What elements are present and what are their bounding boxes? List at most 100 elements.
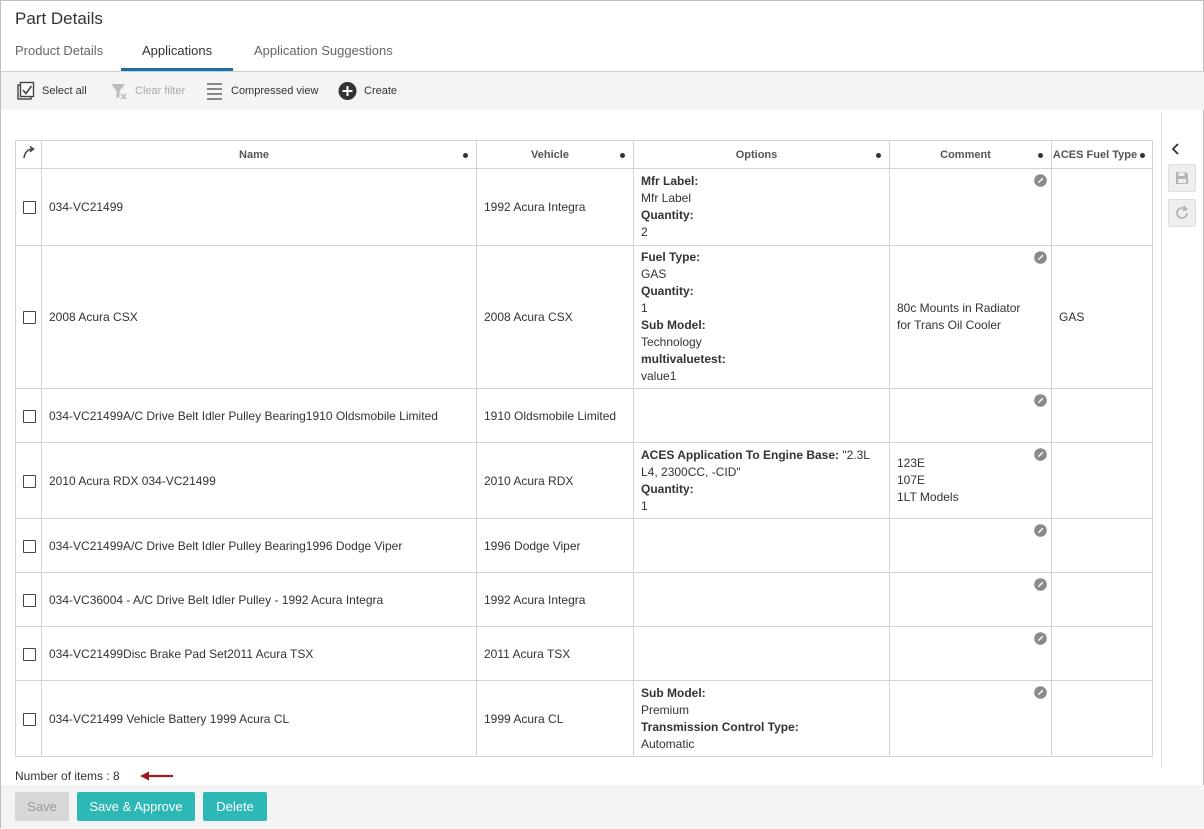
edit-pencil-icon[interactable]	[1034, 251, 1047, 264]
comment-line: 107E	[897, 473, 926, 487]
clear-filter-button[interactable]: Clear filter	[109, 81, 185, 101]
edit-pencil-icon[interactable]	[1034, 524, 1047, 537]
row-select-cell[interactable]	[15, 388, 42, 443]
lines-icon	[207, 83, 222, 100]
side-save-button[interactable]	[1168, 164, 1196, 192]
column-menu-dot[interactable]	[876, 153, 881, 158]
option-value: Premium	[641, 702, 690, 717]
vehicle-link[interactable]: 1999 Acura CL	[476, 680, 634, 757]
table-row[interactable]: 2008 Acura CSX 2008 Acura CSX Fuel Type: GA…	[15, 245, 1153, 389]
table-row[interactable]: 034-VC21499 1992 Acura Integra Mfr Label: …	[15, 168, 1153, 246]
save-approve-button[interactable]: Save & Approve	[77, 792, 195, 821]
option-value: Technology	[641, 335, 702, 349]
row-select-cell[interactable]	[15, 680, 42, 757]
row-select-cell[interactable]	[15, 245, 42, 389]
column-header-fuel-type[interactable]: ACES Fuel Type	[1051, 140, 1153, 169]
fuel-type-cell	[1051, 442, 1153, 519]
column-menu-dot[interactable]	[620, 153, 625, 158]
row-select-cell[interactable]	[15, 626, 42, 681]
row-checkbox[interactable]	[23, 647, 36, 661]
vehicle-link[interactable]: 1992 Acura Integra	[476, 572, 634, 627]
edit-pencil-icon[interactable]	[1034, 394, 1047, 407]
table-row[interactable]: 034-VC36004 - A/C Drive Belt Idler Pulle…	[15, 572, 1153, 627]
select-all-label: Select all	[42, 85, 87, 97]
comment-cell[interactable]: 123E 107E 1LT Models	[889, 442, 1052, 519]
option-key: Transmission Control Type:	[641, 719, 799, 734]
comment-cell[interactable]	[889, 680, 1052, 757]
select-all-button[interactable]: Select all	[16, 81, 87, 101]
create-button[interactable]: Create	[338, 81, 397, 101]
item-count: Number of items : 8	[15, 769, 120, 783]
vehicle-link[interactable]: 1910 Oldsmobile Limited	[476, 388, 634, 443]
row-checkbox[interactable]	[23, 201, 36, 215]
arrow-left-icon	[140, 771, 173, 781]
comment-cell[interactable]	[889, 518, 1052, 573]
option-value: GAS	[641, 267, 667, 281]
comment-cell[interactable]	[889, 168, 1052, 246]
tab-application-suggestions[interactable]: Application Suggestions	[254, 43, 393, 58]
edit-pencil-icon[interactable]	[1034, 686, 1047, 699]
collapse-panel-button[interactable]	[1168, 141, 1184, 157]
save-button[interactable]: Save	[15, 792, 69, 821]
column-header-name[interactable]: Name	[41, 140, 477, 169]
fuel-type-cell	[1051, 388, 1153, 443]
table-row[interactable]: 034-VC21499A/C Drive Belt Idler Pulley B…	[15, 518, 1153, 573]
options-cell: Sub Model: Premium Transmission Control Ty…	[633, 680, 890, 757]
option-value: 1	[641, 498, 648, 513]
toolbar: Select all Clear filter Compressed view	[1, 72, 1204, 110]
tab-applications[interactable]: Applications	[142, 43, 212, 58]
column-menu-dot[interactable]	[463, 153, 468, 158]
header-refresh-cell[interactable]	[15, 140, 42, 169]
column-menu-dot[interactable]	[1038, 153, 1043, 158]
compressed-view-button[interactable]: Compressed view	[205, 81, 318, 101]
save-disk-icon	[1176, 172, 1188, 184]
row-checkbox[interactable]	[23, 409, 36, 423]
option-value: Mfr Label	[641, 191, 692, 205]
edit-pencil-icon[interactable]	[1034, 448, 1047, 461]
comment-line: 80c Mounts in Radiator	[897, 301, 1021, 315]
plus-circle-icon	[338, 82, 357, 100]
row-checkbox[interactable]	[23, 474, 36, 488]
row-select-cell[interactable]	[15, 442, 42, 519]
vehicle-link[interactable]: 1996 Dodge Viper	[476, 518, 634, 573]
row-checkbox[interactable]	[23, 712, 36, 726]
delete-button[interactable]: Delete	[203, 792, 267, 821]
comment-cell[interactable]	[889, 388, 1052, 443]
vehicle-link[interactable]: 2008 Acura CSX	[476, 245, 634, 389]
edit-pencil-icon[interactable]	[1034, 174, 1047, 187]
row-checkbox[interactable]	[23, 539, 36, 553]
comment-cell[interactable]	[889, 572, 1052, 627]
vehicle-link[interactable]: 2010 Acura RDX	[476, 442, 634, 519]
row-checkbox[interactable]	[23, 311, 36, 325]
edit-pencil-icon[interactable]	[1034, 578, 1047, 591]
comment-cell[interactable]	[889, 626, 1052, 681]
option-key: Quantity:	[641, 284, 694, 298]
edit-pencil-icon[interactable]	[1034, 632, 1047, 645]
applications-grid: Name Vehicle Options Comment ACES Fuel T…	[15, 140, 1153, 757]
row-select-cell[interactable]	[15, 572, 42, 627]
option-value: Automatic	[641, 736, 695, 751]
part-details-window: Part Details Product Details Application…	[0, 0, 1204, 829]
tab-product-details[interactable]: Product Details	[15, 43, 103, 58]
name-cell: 034-VC21499A/C Drive Belt Idler Pulley B…	[41, 518, 477, 573]
comment-line: for Trans Oil Cooler	[897, 318, 1002, 332]
table-row[interactable]: 034-VC21499 Vehicle Battery 1999 Acura C…	[15, 680, 1153, 757]
table-row[interactable]: 034-VC21499A/C Drive Belt Idler Pulley B…	[15, 388, 1153, 443]
column-header-vehicle[interactable]: Vehicle	[476, 140, 634, 169]
side-refresh-button[interactable]	[1168, 199, 1196, 227]
compressed-view-label: Compressed view	[231, 85, 319, 97]
row-select-cell[interactable]	[15, 168, 42, 246]
table-row[interactable]: 2010 Acura RDX 034-VC21499 2010 Acura RDX…	[15, 442, 1153, 519]
name-cell: 034-VC21499Disc Brake Pad Set2011 Acura …	[41, 626, 477, 681]
row-checkbox[interactable]	[23, 593, 36, 607]
column-header-comment[interactable]: Comment	[889, 140, 1052, 169]
vehicle-link[interactable]: 2011 Acura TSX	[476, 626, 634, 681]
name-cell: 034-VC21499 Vehicle Battery 1999 Acura C…	[41, 680, 477, 757]
table-row[interactable]: 034-VC21499Disc Brake Pad Set2011 Acura …	[15, 626, 1153, 681]
row-select-cell[interactable]	[15, 518, 42, 573]
column-menu-dot[interactable]	[1140, 153, 1145, 158]
option-key: Sub Model:	[641, 318, 706, 332]
vehicle-link[interactable]: 1992 Acura Integra	[476, 168, 634, 246]
comment-cell[interactable]: 80c Mounts in Radiator for Trans Oil Cool…	[889, 245, 1052, 389]
column-header-options[interactable]: Options	[633, 140, 890, 169]
